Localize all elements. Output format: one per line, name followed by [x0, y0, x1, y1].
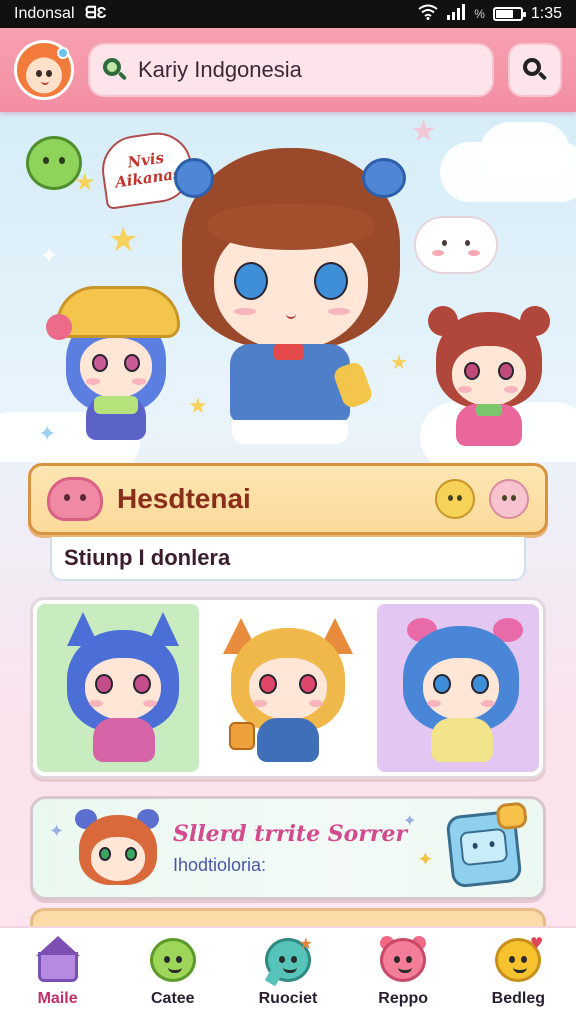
nav-item-reppo[interactable]: Reppo	[353, 936, 453, 1008]
clock: 1:35	[530, 5, 562, 22]
user-avatar[interactable]	[14, 40, 74, 100]
cloud-ghost-mascot	[414, 216, 498, 274]
nav-label: Maile	[37, 990, 78, 1007]
chibi-blue-bow-girl	[397, 612, 527, 772]
sparkle-icon: ✦	[40, 244, 59, 269]
nav-item-catee[interactable]: Catee	[123, 936, 223, 1008]
status-bar: Indonsal ᗺƐ % 1:35	[0, 0, 576, 28]
nav-label: Bedleg	[491, 990, 546, 1007]
carrier-name: Indonsal	[14, 5, 75, 22]
promo-card[interactable]: ✦ ✦ ✦ Sllerd trrite Sorrer Ihodtioloria:	[30, 796, 546, 900]
network-type-icon: %	[474, 7, 485, 21]
search-icon	[522, 57, 548, 83]
signal-icon	[446, 3, 466, 25]
nav-label: Reppo	[378, 990, 429, 1007]
wifi-icon	[418, 4, 438, 25]
smile-face-icon	[148, 936, 198, 984]
gallery-tile[interactable]	[37, 604, 199, 772]
nav-item-bedleg[interactable]: ♥ Bedleg	[468, 934, 568, 1008]
search-placeholder: Kariy Indgonesia	[138, 57, 302, 82]
search-button[interactable]	[508, 43, 562, 97]
nav-item-ruociet[interactable]: ★ Ruociet	[238, 934, 338, 1008]
featured-subtitle: Stiunp I donlera	[64, 545, 231, 570]
star-icon: ★	[74, 168, 96, 196]
search-icon	[102, 57, 128, 83]
featured-banner[interactable]: Hesdtenai	[28, 463, 548, 535]
carrier-badge: ᗺƐ	[84, 5, 107, 22]
promo-title: Sllerd trrite Sorrer	[173, 821, 408, 847]
chat-bubble-icon: ★	[263, 934, 313, 987]
avatar-mouth	[41, 81, 49, 85]
character-gallery	[30, 597, 546, 779]
star-icon: ★	[108, 220, 139, 260]
robot-mascot-icon	[445, 801, 528, 889]
featured-subtitle-bar[interactable]: Stiunp I donlera	[50, 537, 526, 581]
pink-mochi-icon	[47, 477, 103, 521]
bottom-nav: Maile Catee ★ Ruociet Reppo ♥ Bedleg	[0, 926, 576, 1024]
nav-item-home[interactable]: Maile	[8, 936, 108, 1008]
chibi-blonde-fox-boy	[223, 612, 353, 772]
bear-face-icon	[378, 936, 428, 984]
gallery-tile[interactable]	[377, 604, 539, 772]
avatar-eye-left	[36, 70, 42, 77]
yellow-chick-icon	[435, 479, 475, 519]
next-card-peek	[30, 908, 546, 928]
sparkle-icon: ✦	[417, 847, 434, 871]
nav-label: Catee	[150, 990, 195, 1007]
avatar-hairclip	[57, 47, 69, 59]
app-header: Kariy Indgonesia	[0, 28, 576, 112]
home-icon	[33, 936, 83, 984]
chibi-blue-hair-hat	[46, 284, 186, 454]
search-input[interactable]: Kariy Indgonesia	[88, 43, 494, 97]
cloud	[480, 122, 570, 182]
gallery-tile[interactable]	[207, 604, 369, 772]
pink-pig-icon	[489, 479, 529, 519]
avatar-eye-right	[46, 70, 52, 77]
featured-title: Hesdtenai	[117, 483, 251, 514]
sparkle-icon: ✦	[49, 821, 65, 842]
promo-subtitle: Ihodtioloria:	[173, 855, 267, 875]
status-left: Indonsal ᗺƐ	[14, 5, 107, 23]
chibi-red-hair-bear	[424, 300, 554, 460]
star-icon: ★	[410, 114, 437, 149]
hero-illustration: ★ ★ ★ ★ ✦ ✦ ✦ ★ Nvis Aikanas	[0, 112, 576, 462]
battery-icon	[492, 7, 526, 21]
status-right: % 1:35	[418, 3, 562, 25]
sparkle-icon: ✦	[38, 422, 57, 447]
chibi-brown-hair-main	[168, 148, 418, 460]
chick-face-icon: ♥	[493, 934, 543, 984]
chibi-blue-cat-girl	[61, 612, 185, 772]
nav-label: Ruociet	[258, 990, 318, 1007]
chibi-promo-redhead	[73, 807, 163, 897]
